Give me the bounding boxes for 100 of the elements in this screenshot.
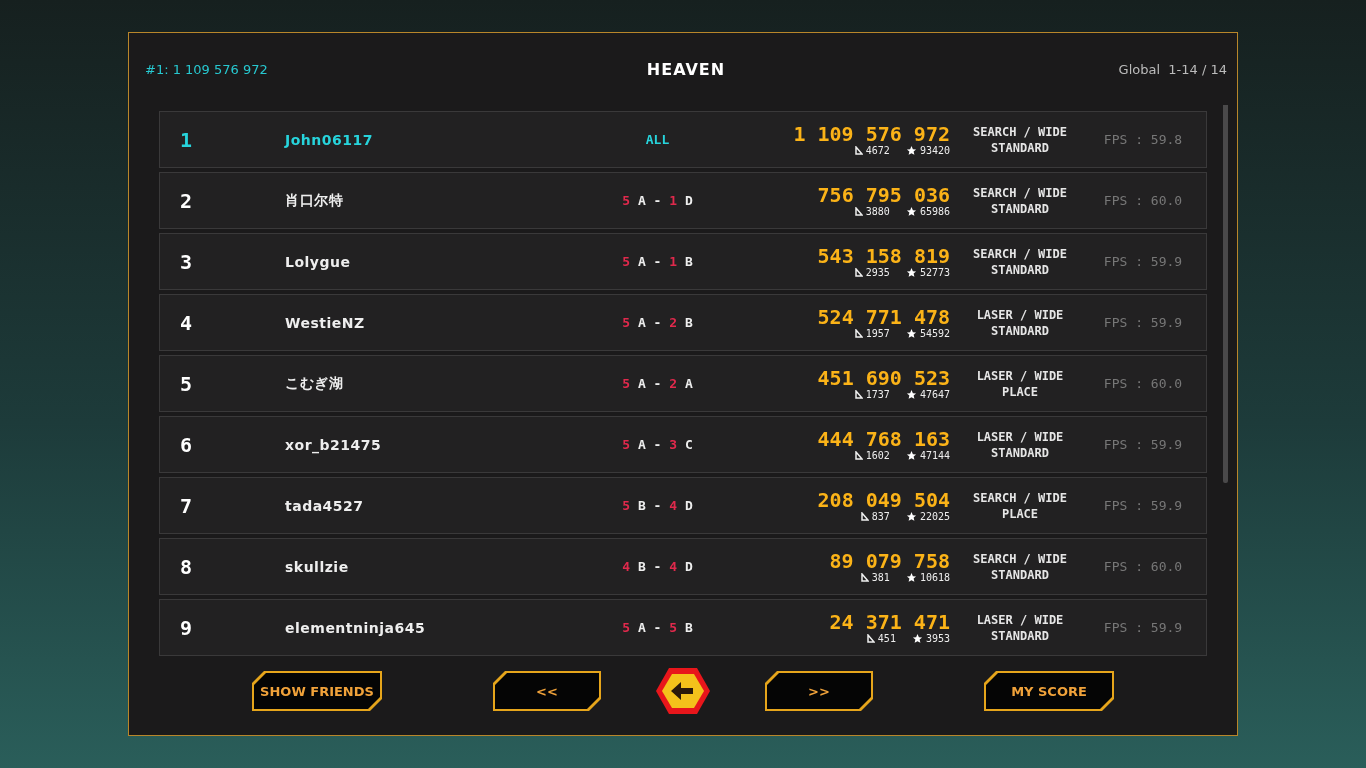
style-label: PLACE bbox=[1001, 505, 1039, 522]
star-count: 3953 bbox=[925, 633, 950, 644]
leaderboard-row[interactable]: 6 xor_b21475 5 A - 3 C 444 768 163 1602 47144 LASER / WIDE STANDARD FPS : 59.9 bbox=[159, 416, 1207, 473]
player-name: tada4527 bbox=[285, 497, 365, 514]
stage-label: 5 A - 1 D bbox=[622, 193, 693, 208]
style-label: STANDARD bbox=[991, 261, 1049, 278]
rank: 1 bbox=[179, 127, 193, 152]
range-label: Global 1-14 / 14 bbox=[1118, 61, 1227, 77]
triangle-count: 3880 bbox=[865, 206, 890, 217]
leaderboard-row[interactable]: 7 tada4527 5 B - 4 D 208 049 504 837 22025 SEARCH / WIDE PLACE FPS : 59.9 bbox=[159, 477, 1207, 534]
star-count: 22025 bbox=[919, 511, 950, 522]
player-name: WestieNZ bbox=[285, 314, 366, 331]
previous-button[interactable]: << bbox=[493, 671, 601, 711]
star-icon bbox=[905, 328, 917, 339]
rank: 5 bbox=[179, 371, 193, 396]
star-count: 54592 bbox=[919, 328, 950, 339]
triangle-count: 451 bbox=[877, 633, 896, 644]
rank: 4 bbox=[179, 310, 193, 335]
leaderboard-row[interactable]: 5 こむぎ湖 5 A - 2 A 451 690 523 1737 47647 LASER / WIDE PLACE FPS : 60.0 bbox=[159, 355, 1207, 412]
star-icon bbox=[905, 450, 917, 461]
star-icon bbox=[905, 267, 917, 278]
score: 444 768 163 bbox=[817, 428, 950, 450]
triangle-count: 2935 bbox=[865, 267, 890, 278]
stage-label: 4 B - 4 D bbox=[622, 559, 693, 574]
star-count: 65986 bbox=[919, 206, 950, 217]
mode-label: SEARCH / WIDE bbox=[973, 489, 1067, 506]
stage-label: 5 A - 1 B bbox=[622, 254, 693, 269]
style-label: STANDARD bbox=[991, 444, 1049, 461]
stage-label: ALL bbox=[645, 132, 670, 147]
fps-label: FPS : 60.0 bbox=[1103, 376, 1183, 391]
score: 756 795 036 bbox=[817, 184, 950, 206]
mode-label: LASER / WIDE bbox=[976, 611, 1064, 628]
triangle-count: 1737 bbox=[865, 389, 890, 400]
star-count: 10618 bbox=[919, 572, 950, 583]
fps-label: FPS : 60.0 bbox=[1103, 559, 1183, 574]
show-friends-button[interactable]: SHOW FRIENDS bbox=[252, 671, 382, 711]
player-name: elementninja645 bbox=[285, 619, 427, 636]
rank: 3 bbox=[179, 249, 193, 274]
triangle-icon bbox=[860, 512, 869, 521]
stage-label: 5 A - 3 C bbox=[622, 437, 693, 452]
triangle-count: 4672 bbox=[865, 145, 890, 156]
score: 1 109 576 972 bbox=[793, 123, 950, 145]
top-score: #1: 1 109 576 972 bbox=[145, 61, 269, 77]
board-title: HEAVEN bbox=[646, 59, 726, 79]
leaderboard-row[interactable]: 1 John06117 ALL 1 109 576 972 4672 93420 SEARCH / WIDE STANDARD FPS : 59.8 bbox=[159, 111, 1207, 168]
next-button[interactable]: >> bbox=[765, 671, 873, 711]
star-icon bbox=[905, 206, 917, 217]
player-name: こむぎ湖 bbox=[285, 374, 344, 393]
score: 524 771 478 bbox=[817, 306, 950, 328]
triangle-icon bbox=[854, 268, 863, 277]
back-arrow-icon bbox=[655, 666, 711, 716]
star-icon bbox=[905, 145, 917, 156]
player-name: 肖口尔特 bbox=[285, 191, 344, 210]
rank: 6 bbox=[179, 432, 193, 457]
mode-label: SEARCH / WIDE bbox=[973, 184, 1067, 201]
score: 89 079 758 bbox=[829, 550, 950, 572]
mode-label: LASER / WIDE bbox=[976, 306, 1064, 323]
star-count: 52773 bbox=[919, 267, 950, 278]
score: 24 371 471 bbox=[829, 611, 950, 633]
my-score-button[interactable]: MY SCORE bbox=[984, 671, 1114, 711]
style-label: STANDARD bbox=[991, 322, 1049, 339]
leaderboard-row[interactable]: 3 Lolygue 5 A - 1 B 543 158 819 2935 52773 SEARCH / WIDE STANDARD FPS : 59.9 bbox=[159, 233, 1207, 290]
triangle-icon bbox=[866, 634, 875, 643]
leaderboard-row[interactable]: 4 WestieNZ 5 A - 2 B 524 771 478 1957 54592 LASER / WIDE STANDARD FPS : 59.9 bbox=[159, 294, 1207, 351]
style-label: PLACE bbox=[1001, 383, 1039, 400]
triangle-count: 1957 bbox=[865, 328, 890, 339]
player-name: Lolygue bbox=[285, 253, 352, 270]
triangle-icon bbox=[854, 329, 863, 338]
rank: 9 bbox=[179, 615, 193, 640]
fps-label: FPS : 60.0 bbox=[1103, 193, 1183, 208]
star-icon bbox=[905, 572, 917, 583]
mode-label: SEARCH / WIDE bbox=[973, 550, 1067, 567]
triangle-icon bbox=[854, 146, 863, 155]
rank: 8 bbox=[179, 554, 193, 579]
fps-label: FPS : 59.9 bbox=[1103, 437, 1183, 452]
triangle-count: 1602 bbox=[865, 450, 890, 461]
fps-label: FPS : 59.9 bbox=[1103, 498, 1183, 513]
fps-label: FPS : 59.8 bbox=[1103, 132, 1183, 147]
leaderboard-row[interactable]: 2 肖口尔特 5 A - 1 D 756 795 036 3880 65986 SEARCH / WIDE STANDARD FPS : 60.0 bbox=[159, 172, 1207, 229]
mode-label: SEARCH / WIDE bbox=[973, 123, 1067, 140]
leaderboard-row[interactable]: 8 skullzie 4 B - 4 D 89 079 758 381 10618 SEARCH / WIDE STANDARD FPS : 60.0 bbox=[159, 538, 1207, 595]
mode-label: LASER / WIDE bbox=[976, 428, 1064, 445]
star-icon bbox=[911, 633, 923, 644]
triangle-count: 837 bbox=[871, 511, 890, 522]
mode-label: LASER / WIDE bbox=[976, 367, 1064, 384]
score: 208 049 504 bbox=[817, 489, 950, 511]
style-label: STANDARD bbox=[991, 627, 1049, 644]
style-label: STANDARD bbox=[991, 200, 1049, 217]
stage-label: 5 B - 4 D bbox=[622, 498, 693, 513]
scrollbar[interactable] bbox=[1223, 105, 1228, 483]
back-button[interactable] bbox=[655, 666, 711, 716]
star-icon bbox=[905, 511, 917, 522]
score: 543 158 819 bbox=[817, 245, 950, 267]
mode-label: SEARCH / WIDE bbox=[973, 245, 1067, 262]
stage-label: 5 A - 5 B bbox=[622, 620, 693, 635]
rank: 7 bbox=[179, 493, 193, 518]
leaderboard-row[interactable]: 9 elementninja645 5 A - 5 B 24 371 471 451 3953 LASER / WIDE STANDARD FPS : 59.9 bbox=[159, 599, 1207, 656]
fps-label: FPS : 59.9 bbox=[1103, 254, 1183, 269]
style-label: STANDARD bbox=[991, 139, 1049, 156]
triangle-icon bbox=[854, 207, 863, 216]
